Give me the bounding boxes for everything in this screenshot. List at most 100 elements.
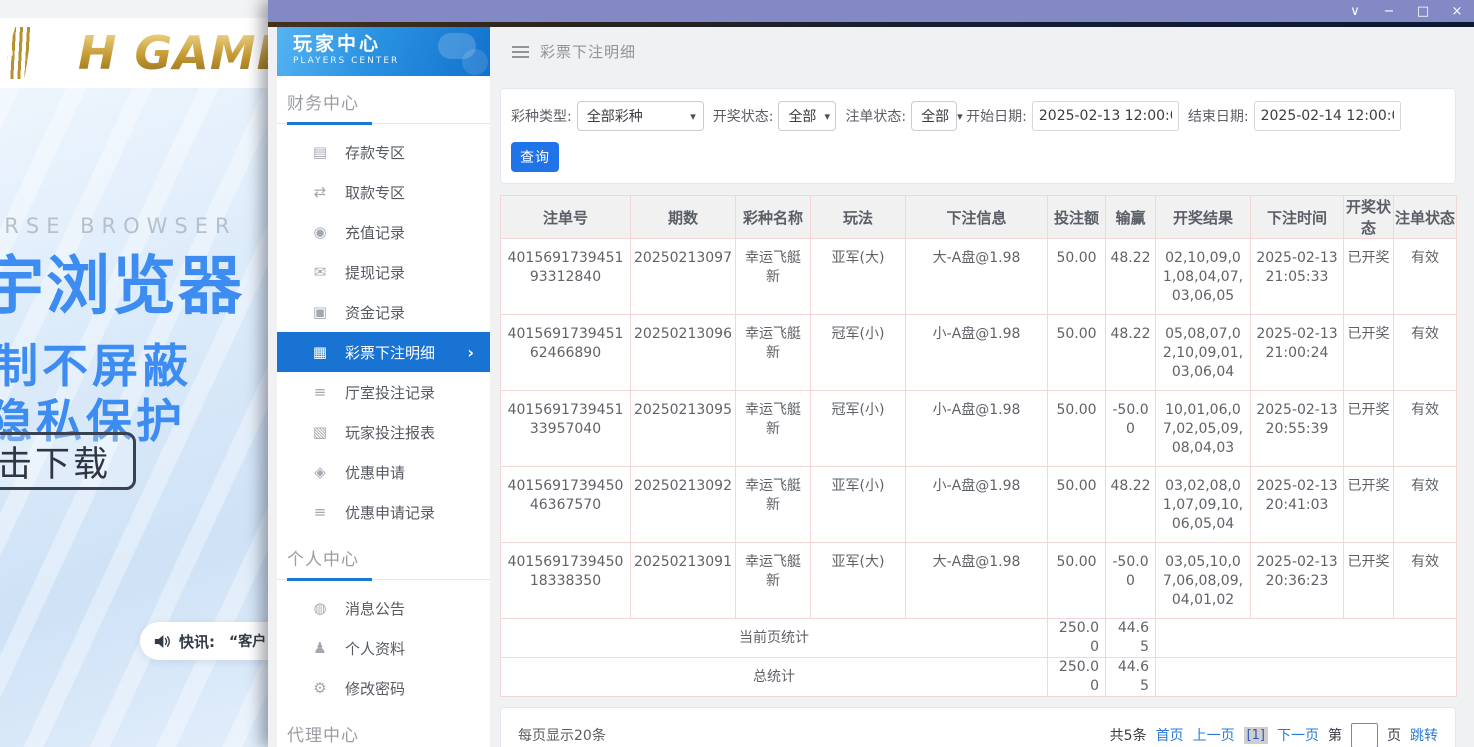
col-header-play: 玩法 (811, 196, 906, 239)
jump-button[interactable]: 跳转 (1410, 725, 1438, 745)
sidebar-item-资金记录[interactable]: ▣资金记录 (277, 292, 490, 332)
table-row: 40156917394516246689020250213096幸运飞艇新冠军(… (501, 315, 1457, 391)
summary-label: 总统计 (501, 658, 1048, 697)
jump-prefix-text: 第 (1328, 725, 1342, 745)
sidebar-item-玩家投注报表[interactable]: ▧玩家投注报表 (277, 412, 490, 452)
cell-order-status: 有效 (1394, 467, 1457, 543)
table-row: 40156917394504636757020250213092幸运飞艇新亚军(… (501, 467, 1457, 543)
cell-win-loss: -50.00 (1106, 543, 1156, 619)
withdraw-hand-icon: ⇄ (310, 183, 330, 201)
summary-win-loss: 44.65 (1106, 619, 1156, 658)
lottery-type-select[interactable]: 全部彩种 ▾ (577, 101, 704, 131)
summary-row: 当前页统计250.0044.65 (501, 619, 1457, 658)
cell-win-loss: 48.22 (1106, 239, 1156, 315)
promo-gift-icon: ◈ (310, 463, 330, 481)
draw-status-select[interactable]: 全部 ▾ (778, 101, 836, 131)
sidebar-item-label: 消息公告 (345, 598, 405, 619)
ticker-text: “客户 (229, 631, 266, 651)
cell-period: 20250213097 (631, 239, 736, 315)
order-status-value: 全部 (921, 106, 949, 126)
cell-lottery-name: 幸运飞艇新 (736, 543, 811, 619)
sidebar-item-label: 个人资料 (345, 638, 405, 659)
lottery-type-value: 全部彩种 (587, 106, 643, 126)
select-arrow-icon: ▾ (957, 110, 963, 123)
cell-bet-info: 小-A盘@1.98 (906, 467, 1048, 543)
summary-empty (1156, 619, 1457, 658)
cell-draw-status: 已开奖 (1344, 391, 1394, 467)
sidebar-item-提现记录[interactable]: ✉提现记录 (277, 252, 490, 292)
hamburger-menu-icon[interactable] (512, 46, 529, 58)
titlebar-chevron-down-icon[interactable]: ∨ (1348, 5, 1362, 18)
players-center-window: ∨ − □ × 玩家中心 PLAYERS CENTER 财务中心 ▤存款专区⇄取款… (268, 0, 1474, 747)
col-header-order-status: 注单状态 (1394, 196, 1457, 239)
cell-draw-result: 03,02,08,01,07,09,10,06,05,04 (1156, 467, 1251, 543)
end-date-input[interactable] (1254, 101, 1401, 131)
section-underline (277, 579, 490, 580)
sidebar-header: 玩家中心 PLAYERS CENTER (277, 27, 490, 76)
summary-bet-amount: 250.00 (1048, 658, 1106, 697)
jump-suffix-text: 页 (1387, 725, 1401, 745)
prev-page-link[interactable]: 上一页 (1193, 725, 1235, 745)
bell-icon: ◍ (310, 599, 330, 617)
total-count-text: 共5条 (1110, 725, 1147, 745)
select-arrow-icon: ▾ (824, 110, 830, 123)
cell-lottery-name: 幸运飞艇新 (736, 391, 811, 467)
ticker-label: 快讯: (179, 631, 215, 652)
gear-icon: ⚙ (310, 679, 330, 697)
col-header-bet-time: 下注时间 (1251, 196, 1344, 239)
maximize-button[interactable]: □ (1416, 5, 1430, 18)
cell-play: 亚军(大) (811, 239, 906, 315)
next-page-link[interactable]: 下一页 (1277, 725, 1319, 745)
cell-draw-status: 已开奖 (1344, 543, 1394, 619)
download-button[interactable]: 击下载 (0, 432, 136, 490)
sidebar-item-个人资料[interactable]: ♟个人资料 (277, 628, 490, 668)
summary-win-loss: 44.65 (1106, 658, 1156, 697)
col-header-draw-status: 开奖状态 (1344, 196, 1394, 239)
start-date-input[interactable] (1032, 101, 1179, 131)
draw-status-value: 全部 (788, 106, 816, 126)
sidebar-item-厅室投注记录[interactable]: ≡厅室投注记录 (277, 372, 490, 412)
cell-bet-amount: 50.00 (1048, 543, 1106, 619)
col-header-order-id: 注单号 (501, 196, 631, 239)
cell-order-id: 401569173945046367570 (501, 467, 631, 543)
minimize-button[interactable]: − (1382, 5, 1396, 18)
cell-play: 冠军(小) (811, 315, 906, 391)
cell-bet-info: 小-A盘@1.98 (906, 315, 1048, 391)
sidebar-item-消息公告[interactable]: ◍ 消息公告 (277, 588, 490, 628)
hall-record-list-icon: ≡ (310, 383, 330, 401)
sidebar-item-修改密码[interactable]: ⚙修改密码 (277, 668, 490, 708)
cell-bet-time: 2025-02-13 21:05:33 (1251, 239, 1344, 315)
cell-order-id: 401569173945133957040 (501, 391, 631, 467)
sidebar-item-优惠申请[interactable]: ◈优惠申请 (277, 452, 490, 492)
cell-order-id: 401569173945162466890 (501, 315, 631, 391)
section-title: 财务中心 (287, 89, 490, 114)
cell-lottery-name: 幸运飞艇新 (736, 467, 811, 543)
cell-draw-status: 已开奖 (1344, 239, 1394, 315)
sidebar-item-取款专区[interactable]: ⇄取款专区 (277, 172, 490, 212)
summary-bet-amount: 250.00 (1048, 619, 1106, 658)
page-jump-input[interactable] (1351, 723, 1378, 747)
order-status-select[interactable]: 全部 ▾ (911, 101, 957, 131)
close-button[interactable]: × (1450, 5, 1464, 18)
cell-bet-time: 2025-02-13 20:36:23 (1251, 543, 1344, 619)
end-date-label: 结束日期: (1188, 106, 1249, 126)
cell-order-status: 有效 (1394, 315, 1457, 391)
sidebar-item-彩票下注明细[interactable]: ▦彩票下注明细› (277, 332, 490, 372)
table-header-row: 注单号期数彩种名称玩法下注信息投注额输赢开奖结果下注时间开奖状态注单状态 (501, 196, 1457, 239)
page-title: 彩票下注明细 (540, 41, 636, 62)
sidebar-item-充值记录[interactable]: ◉ 充值记录 (277, 212, 490, 252)
cell-bet-amount: 50.00 (1048, 467, 1106, 543)
table-row: 40156917394519331284020250213097幸运飞艇新亚军(… (501, 239, 1457, 315)
cell-bet-time: 2025-02-13 20:41:03 (1251, 467, 1344, 543)
sidebar-item-优惠申请记录[interactable]: ≡优惠申请记录 (277, 492, 490, 532)
chevron-right-icon: › (467, 343, 474, 362)
sidebar-item-label: 玩家投注报表 (345, 422, 435, 443)
cell-bet-amount: 50.00 (1048, 315, 1106, 391)
first-page-link[interactable]: 首页 (1156, 725, 1184, 745)
sidebar-item-label: 充值记录 (345, 222, 405, 243)
hh-logo-mark-icon (6, 27, 72, 79)
cell-bet-amount: 50.00 (1048, 391, 1106, 467)
sidebar-item-存款专区[interactable]: ▤存款专区 (277, 132, 490, 172)
recharge-bag-icon: ◉ (310, 223, 330, 241)
query-button[interactable]: 查询 (511, 142, 559, 172)
